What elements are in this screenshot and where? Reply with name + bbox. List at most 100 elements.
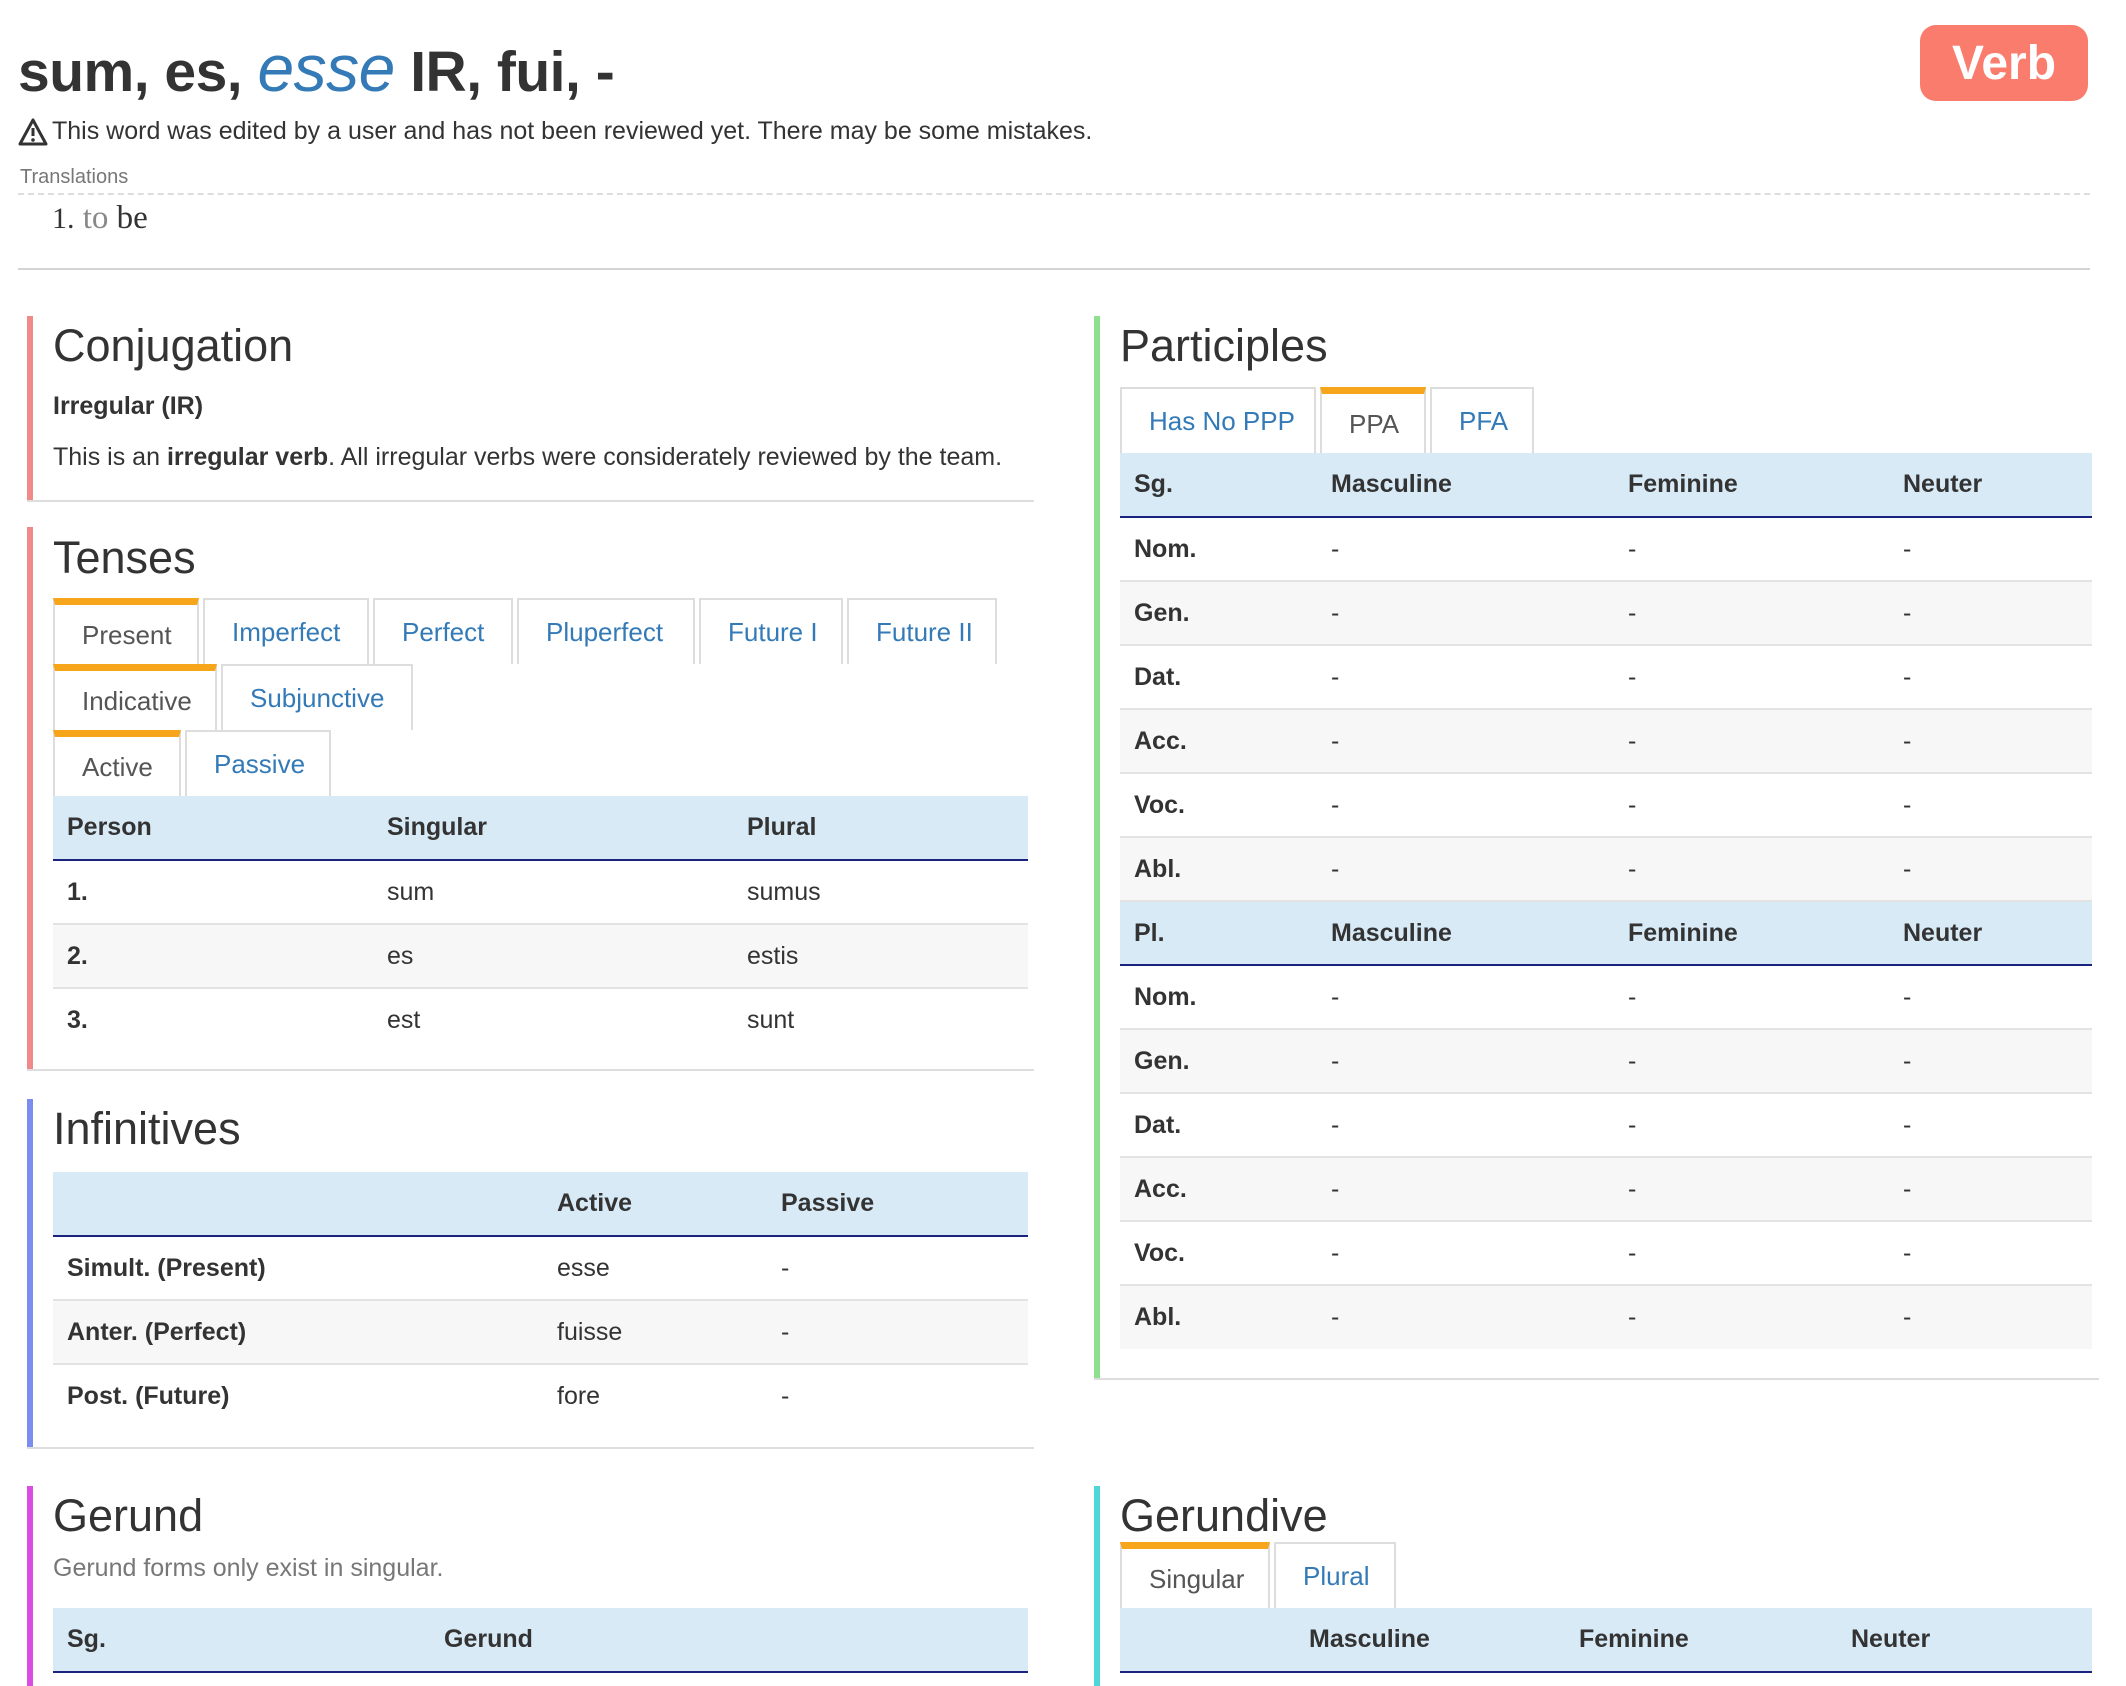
section-accent bbox=[27, 316, 33, 502]
masculine-form: - bbox=[1317, 773, 1614, 838]
case-label: Nom. bbox=[1120, 517, 1317, 582]
column-header: Person bbox=[53, 796, 373, 861]
tab-pfa[interactable]: PFA bbox=[1430, 387, 1534, 453]
header-divider bbox=[18, 268, 2090, 270]
headword: sum, es, esse IR, fui, - bbox=[18, 30, 615, 106]
masculine-form: - bbox=[1317, 645, 1614, 710]
tense-table: Person Singular Plural 1. sum sumus 2. e… bbox=[53, 796, 1028, 1052]
infinitives-table: Active Passive Simult. (Present) esse - … bbox=[53, 1172, 1028, 1428]
tab-pluperfect[interactable]: Pluperfect bbox=[517, 598, 695, 664]
tab-future-i[interactable]: Future I bbox=[699, 598, 843, 664]
column-header bbox=[1120, 1608, 1295, 1673]
masculine-form: - bbox=[1317, 1221, 1614, 1286]
tab-perfect[interactable]: Perfect bbox=[373, 598, 513, 664]
table-row: 3. est sunt bbox=[53, 988, 1028, 1052]
voice-tabs: Active Passive bbox=[53, 730, 335, 796]
column-header: Pl. bbox=[1120, 901, 1317, 966]
plural-form: sunt bbox=[733, 988, 1028, 1052]
gerundive-tabs: Singular Plural bbox=[1120, 1542, 1400, 1608]
table-header-row: Active Passive bbox=[53, 1172, 1028, 1237]
passive-form: - bbox=[767, 1300, 1028, 1365]
participles-title: Participles bbox=[1120, 320, 1328, 371]
tab-plural[interactable]: Plural bbox=[1274, 1542, 1396, 1608]
review-warning: This word was edited by a user and has n… bbox=[18, 117, 1092, 146]
gerund-section: Gerund Gerund forms only exist in singul… bbox=[27, 1486, 1034, 1686]
table-row: Nom. - - - bbox=[1120, 965, 2092, 1030]
case-label: Voc. bbox=[1120, 1221, 1317, 1286]
person-label: 1. bbox=[53, 860, 373, 925]
translation-word: be bbox=[116, 200, 148, 236]
tab-imperfect[interactable]: Imperfect bbox=[203, 598, 369, 664]
section-accent bbox=[27, 1099, 33, 1449]
section-accent bbox=[1094, 1486, 1100, 1686]
gerundive-section: Gerundive Singular Plural Masculine Femi… bbox=[1094, 1486, 2099, 1686]
table-row: Voc. - - - bbox=[1120, 773, 2092, 838]
case-label: Dat. bbox=[1120, 645, 1317, 710]
masculine-form: - bbox=[1317, 837, 1614, 902]
neuter-form: - bbox=[1889, 837, 2092, 902]
plural-form: sumus bbox=[733, 860, 1028, 925]
tab-active[interactable]: Active bbox=[53, 730, 181, 796]
section-divider bbox=[27, 1447, 1034, 1449]
column-header: Gerund bbox=[430, 1608, 1028, 1673]
gerund-title: Gerund bbox=[53, 1490, 204, 1541]
principal-parts-prefix: sum, es, bbox=[18, 40, 258, 104]
case-label: Gen. bbox=[1120, 1029, 1317, 1094]
gerundive-title: Gerundive bbox=[1120, 1490, 1328, 1541]
column-header: Masculine bbox=[1317, 901, 1614, 966]
principal-parts-suffix: IR, fui, - bbox=[394, 40, 615, 104]
table-row: 2. es estis bbox=[53, 924, 1028, 989]
neuter-form: - bbox=[1889, 1157, 2092, 1222]
case-label: Acc. bbox=[1120, 1157, 1317, 1222]
column-header: Neuter bbox=[1889, 453, 2092, 518]
tab-singular[interactable]: Singular bbox=[1120, 1542, 1270, 1608]
active-form: fore bbox=[543, 1364, 767, 1428]
conjugation-title: Conjugation bbox=[53, 320, 294, 371]
conjugation-description: This is an irregular verb. All irregular… bbox=[53, 443, 1002, 472]
desc-text: . All irregular verbs were considerately… bbox=[328, 443, 1003, 471]
neuter-form: - bbox=[1889, 709, 2092, 774]
masculine-form: - bbox=[1317, 709, 1614, 774]
masculine-form: - bbox=[1317, 1285, 1614, 1349]
feminine-form: - bbox=[1614, 837, 1889, 902]
neuter-form: - bbox=[1889, 1093, 2092, 1158]
translation-item: 1. to be bbox=[52, 200, 148, 237]
infinitive-label: Anter. (Perfect) bbox=[53, 1300, 543, 1365]
section-accent bbox=[1094, 316, 1100, 1380]
neuter-form: - bbox=[1889, 773, 2092, 838]
column-header: Feminine bbox=[1565, 1608, 1837, 1673]
infinitive-label: Simult. (Present) bbox=[53, 1236, 543, 1301]
tab-subjunctive[interactable]: Subjunctive bbox=[221, 664, 413, 730]
active-form: esse bbox=[543, 1236, 767, 1301]
neuter-form: - bbox=[1889, 581, 2092, 646]
case-label: Abl. bbox=[1120, 837, 1317, 902]
translations-divider bbox=[18, 193, 2090, 195]
column-header: Neuter bbox=[1889, 901, 2092, 966]
table-row: Simult. (Present) esse - bbox=[53, 1236, 1028, 1301]
infinitive-label: Post. (Future) bbox=[53, 1364, 543, 1428]
table-row: Post. (Future) fore - bbox=[53, 1364, 1028, 1428]
tab-has-no-ppp[interactable]: Has No PPP bbox=[1120, 387, 1316, 453]
table-row: Acc. - - - bbox=[1120, 709, 2092, 774]
tab-passive[interactable]: Passive bbox=[185, 730, 331, 796]
gerundive-table: Masculine Feminine Neuter bbox=[1120, 1608, 2092, 1673]
tab-future-ii[interactable]: Future II bbox=[847, 598, 997, 664]
tab-indicative[interactable]: Indicative bbox=[53, 664, 217, 730]
table-row: Abl. - - - bbox=[1120, 837, 2092, 902]
table-row: Voc. - - - bbox=[1120, 1221, 2092, 1286]
translation-number: 1. bbox=[52, 202, 75, 235]
table-row: Dat. - - - bbox=[1120, 1093, 2092, 1158]
desc-text: This is an bbox=[53, 443, 167, 471]
neuter-form: - bbox=[1889, 1029, 2092, 1094]
tab-ppa[interactable]: PPA bbox=[1320, 387, 1426, 453]
masculine-form: - bbox=[1317, 517, 1614, 582]
word-type-badge: Verb bbox=[1920, 25, 2088, 101]
translations-label: Translations bbox=[20, 166, 129, 188]
neuter-form: - bbox=[1889, 645, 2092, 710]
masculine-form: - bbox=[1317, 1029, 1614, 1094]
tab-present[interactable]: Present bbox=[53, 598, 199, 664]
neuter-form: - bbox=[1889, 1285, 2092, 1349]
conjugation-type: Irregular (IR) bbox=[53, 392, 204, 420]
warning-triangle-icon bbox=[18, 118, 48, 145]
gerund-note: Gerund forms only exist in singular. bbox=[53, 1554, 444, 1582]
